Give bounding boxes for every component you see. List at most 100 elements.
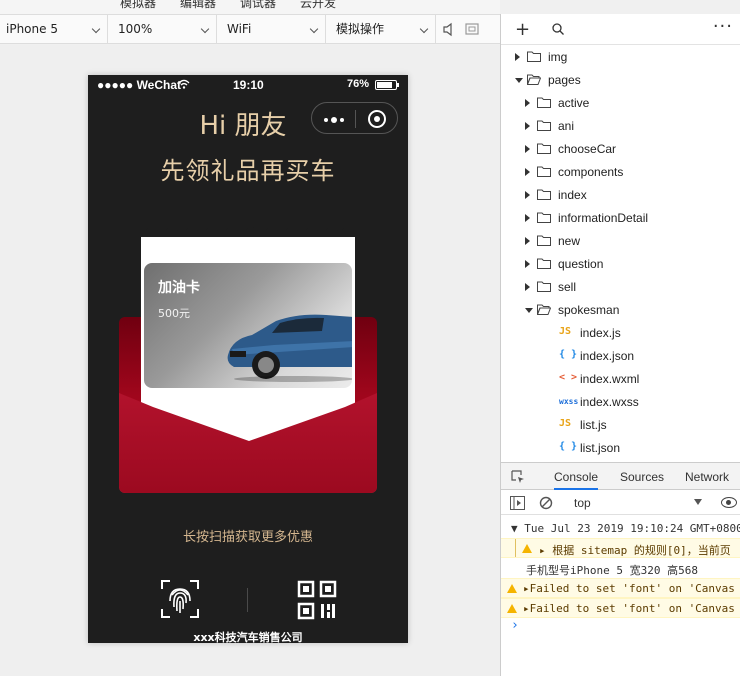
console-tabs: Console Sources Network — [501, 462, 740, 490]
log-group-header[interactable]: ▼ Tue Jul 23 2019 19:10:24 GMT+0800 — [501, 519, 740, 539]
caret-right-icon[interactable] — [515, 53, 520, 61]
tab-sources[interactable]: Sources — [620, 470, 664, 484]
tree-item-index-json[interactable]: { } index.json — [501, 345, 740, 368]
log-warning[interactable]: ▸ 根据 sitemap 的规则[0]，当前页 — [501, 538, 740, 558]
tree-item-active[interactable]: active — [501, 92, 740, 115]
battery-percent: 76% — [347, 78, 370, 90]
tab-network[interactable]: Network — [685, 470, 729, 484]
tree-item-ani[interactable]: ani — [501, 115, 740, 138]
folder-icon — [537, 281, 551, 292]
json-file-icon: { } — [559, 441, 578, 452]
eye-icon[interactable] — [721, 497, 737, 508]
caret-right-icon[interactable] — [525, 168, 530, 176]
warning-icon — [507, 604, 517, 613]
fuel-card[interactable]: 加油卡 500元 — [144, 263, 352, 388]
card-value: 500元 — [158, 307, 190, 320]
caret-right-icon[interactable] — [525, 237, 530, 245]
caret-right-icon[interactable] — [525, 122, 530, 130]
tree-item-label: index.json — [580, 349, 635, 363]
warning-icon — [507, 584, 517, 593]
tree-item-question[interactable]: question — [501, 253, 740, 276]
log-warning[interactable]: ▸Failed to set 'font' on 'Canvas — [501, 598, 740, 618]
folder-icon — [537, 212, 551, 223]
console-prompt[interactable]: › — [511, 618, 519, 633]
caret-down-icon[interactable] — [515, 78, 523, 83]
tree-item-list-js[interactable]: JS list.js — [501, 414, 740, 437]
operation-select-value: 模拟操作 — [336, 22, 385, 36]
wxml-file-icon: < > — [559, 372, 578, 383]
folder-icon — [537, 189, 551, 200]
tree-item-label: ani — [558, 119, 575, 133]
caret-right-icon[interactable] — [525, 99, 530, 107]
wifi-icon — [178, 79, 190, 89]
js-file-icon: JS — [559, 418, 572, 429]
tree-item-pages[interactable]: pages — [501, 69, 740, 92]
chevron-down-icon[interactable] — [694, 499, 702, 505]
caret-right-icon[interactable] — [525, 260, 530, 268]
tree-item-index[interactable]: index — [501, 184, 740, 207]
log-warning[interactable]: ▸Failed to set 'font' on 'Canvas — [501, 578, 740, 598]
tree-item-label: informationDetail — [558, 211, 649, 225]
sidebar-toggle-icon[interactable] — [510, 496, 525, 510]
tree-item-choosecar[interactable]: chooseCar — [501, 138, 740, 161]
folder-open-icon — [527, 74, 541, 85]
folder-icon — [537, 258, 551, 269]
menu-simulator[interactable]: 模拟器 — [120, 0, 156, 11]
context-select-value[interactable]: top — [574, 496, 591, 510]
device-select[interactable]: iPhone 5 — [0, 15, 108, 44]
tree-item-label: list.json — [580, 441, 621, 455]
operation-select[interactable]: 模拟操作 — [326, 15, 436, 44]
tree-item-img[interactable]: img — [501, 46, 740, 69]
tree-item-index-wxss[interactable]: wxss index.wxss — [501, 391, 740, 414]
qrcode-icon[interactable] — [297, 580, 337, 620]
tree-item-label: pages — [548, 73, 581, 87]
slogan-title: 先领礼品再买车 — [160, 157, 336, 185]
tree-item-informationdetail[interactable]: informationDetail — [501, 207, 740, 230]
folder-icon — [537, 166, 551, 177]
network-select[interactable]: WiFi — [217, 15, 326, 44]
caret-right-icon[interactable] — [525, 191, 530, 199]
search-icon[interactable] — [552, 23, 564, 35]
tree-item-new[interactable]: new — [501, 230, 740, 253]
clear-console-icon[interactable] — [539, 496, 553, 510]
caret-right-icon[interactable] — [525, 214, 530, 222]
folder-icon — [527, 51, 541, 62]
tree-item-label: components — [558, 165, 624, 179]
file-tree: img pages active ani chooseCar components inde… — [501, 46, 740, 460]
menu-debugger[interactable]: 调试器 — [240, 0, 276, 11]
top-menu: 模拟器 编辑器 调试器 云开发 — [0, 0, 500, 14]
json-file-icon: { } — [559, 349, 578, 360]
company-name: xxx科技汽车销售公司 — [193, 631, 303, 643]
zoom-select-value: 100% — [118, 22, 153, 36]
speaker-icon — [443, 22, 452, 37]
car-image — [227, 314, 352, 382]
fingerprint-icon[interactable] — [160, 579, 200, 619]
tree-item-spokesman[interactable]: spokesman — [501, 299, 740, 322]
caret-down-icon[interactable] — [525, 308, 533, 313]
chevron-down-icon — [200, 24, 210, 34]
tree-item-label: chooseCar — [558, 142, 617, 156]
log-text: ▸Failed to set 'font' on 'Canvas — [523, 582, 735, 595]
phone-screen: ●●●●● WeChat 19:10 76% Hi 朋友 先领礼品再买车 加油卡… — [88, 75, 408, 643]
tree-item-label: new — [558, 234, 581, 248]
tree-item-index-js[interactable]: JS index.js — [501, 322, 740, 345]
warning-icon — [522, 544, 532, 553]
inspect-icon[interactable] — [511, 470, 525, 484]
add-file-button[interactable]: + — [515, 19, 530, 40]
tab-console[interactable]: Console — [554, 470, 599, 490]
status-time: 19:10 — [233, 78, 264, 92]
menu-cloud[interactable]: 云开发 — [300, 0, 336, 11]
window-button[interactable] — [460, 15, 484, 44]
menu-editor[interactable]: 编辑器 — [180, 0, 216, 11]
mute-button[interactable] — [436, 15, 460, 44]
tree-item-list-json[interactable]: { } list.json — [501, 437, 740, 460]
console-filter-bar: top — [501, 491, 740, 515]
tree-item-label: sell — [558, 280, 577, 294]
caret-right-icon[interactable] — [525, 145, 530, 153]
tree-item-index-wxml[interactable]: < > index.wxml — [501, 368, 740, 391]
more-options-button[interactable]: ··· — [713, 16, 733, 37]
tree-item-sell[interactable]: sell — [501, 276, 740, 299]
tree-item-components[interactable]: components — [501, 161, 740, 184]
caret-right-icon[interactable] — [525, 283, 530, 291]
zoom-select[interactable]: 100% — [108, 15, 217, 44]
